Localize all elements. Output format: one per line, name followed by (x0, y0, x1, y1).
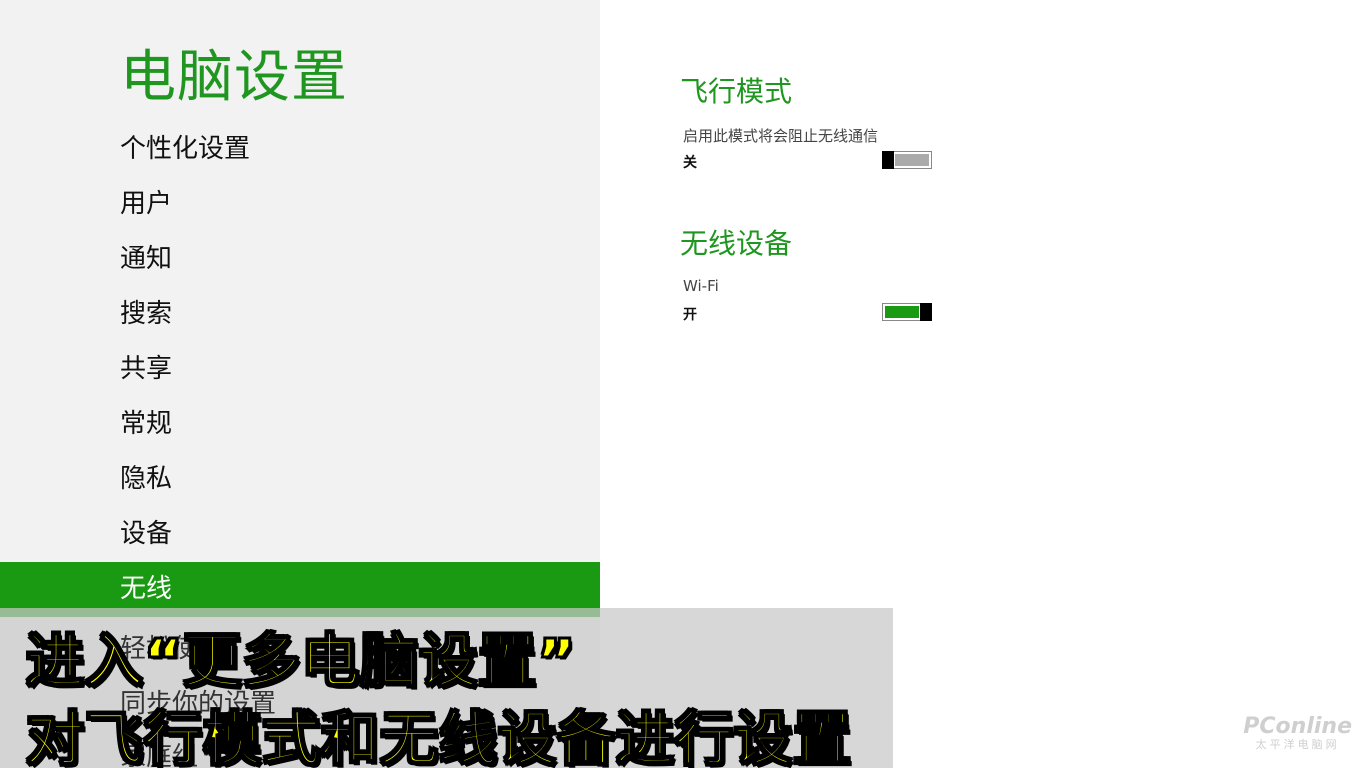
airplane-mode-heading: 飞行模式 (680, 75, 793, 108)
toggle-track (895, 154, 929, 166)
nav-item-share[interactable]: 共享 (0, 342, 600, 397)
nav-item-personalize[interactable]: 个性化设置 (0, 122, 600, 177)
toggle-thumb (920, 303, 932, 321)
nav-item-devices[interactable]: 设备 (0, 507, 600, 562)
pc-settings-screen: 电脑设置 个性化设置 用户 通知 搜索 共享 常规 隐私 设备 无线 飞行模式 … (0, 0, 1366, 768)
page-title: 电脑设置 (120, 45, 348, 110)
airplane-mode-description: 启用此模式将会阻止无线通信 (683, 127, 879, 145)
watermark-subtext: 太平洋电脑网 (1255, 738, 1340, 751)
nav-item-notifications[interactable]: 通知 (0, 232, 600, 287)
caption-line-2: 对飞行模式和无线设备进行设置 (25, 704, 853, 768)
nav-item-general[interactable]: 常规 (0, 397, 600, 452)
toggle-thumb (882, 151, 894, 169)
site-watermark: PConline 太平洋电脑网 (1243, 716, 1352, 752)
nav-item-search[interactable]: 搜索 (0, 287, 600, 342)
watermark-logo-text: PConline (1243, 714, 1352, 739)
settings-nav-list: 个性化设置 用户 通知 搜索 共享 常规 隐私 设备 无线 (0, 122, 600, 617)
airplane-mode-state: 关 (683, 155, 697, 171)
wifi-toggle[interactable] (882, 303, 932, 321)
caption-line-1: 进入“更多电脑设置” (25, 626, 577, 696)
wifi-label: Wi-Fi (683, 277, 719, 295)
wireless-devices-heading: 无线设备 (680, 227, 793, 260)
toggle-track (885, 306, 919, 318)
airplane-mode-toggle[interactable] (882, 151, 932, 169)
wifi-state: 开 (683, 307, 697, 323)
nav-item-users[interactable]: 用户 (0, 177, 600, 232)
caption-overlay: 轻松使用 同步你的设置 家庭组 进入“更多电脑设置” 对飞行模式和无线设备进行设… (0, 608, 893, 768)
nav-item-privacy[interactable]: 隐私 (0, 452, 600, 507)
